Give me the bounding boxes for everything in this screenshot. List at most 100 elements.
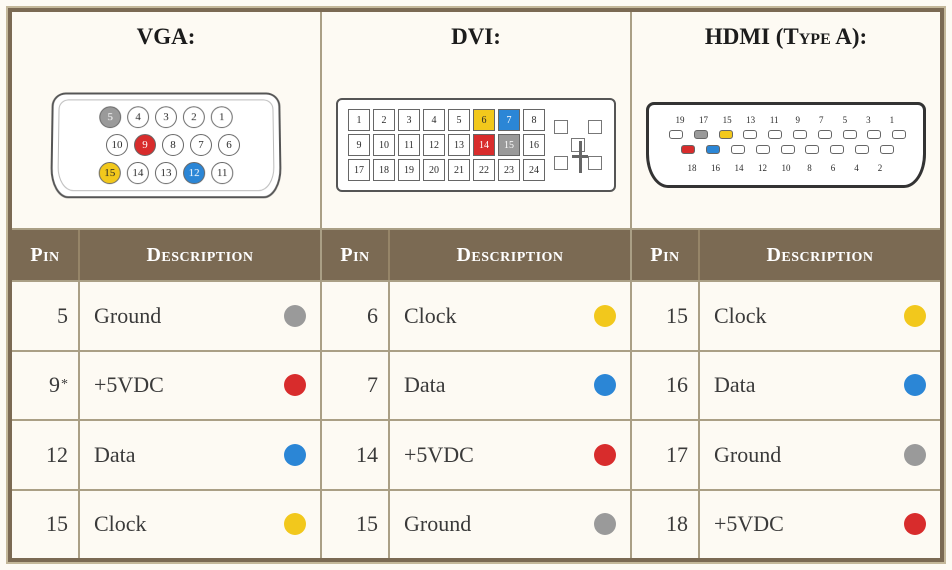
dvi-pin-18: 18 [373,159,395,181]
pin-number: 12 [12,421,80,489]
dvi-pin-10: 10 [373,134,395,156]
pin-description: Data [80,421,320,489]
pin-number: 14 [322,421,390,489]
color-dot-icon [284,513,306,535]
vga-pin-3: 3 [155,106,177,128]
table-row: 15Clock [12,491,320,559]
table-row: 17Ground [632,421,940,491]
pin-description: Ground [390,491,630,559]
dvi-pin-24: 24 [523,159,545,181]
hdmi-pin-4 [855,145,869,154]
dvi-connector-icon: 123456789101112131415161718192021222324 [336,98,616,192]
color-dot-icon [904,513,926,535]
hdmi-pin-14 [731,145,745,154]
color-dot-icon [904,374,926,396]
hdmi-title: HDMI (Type A): [632,12,940,62]
dvi-pin-23: 23 [498,159,520,181]
pin-number: 16 [632,352,700,420]
header-row: Pin Description Pin Description Pin Desc… [12,230,940,282]
pin-description: Ground [700,421,940,489]
hdmi-pin-2 [880,145,894,154]
hdmi-block: HDMI (Type A): 191715131197531 181614121… [632,12,940,228]
dvi-pin-6: 6 [473,109,495,131]
color-dot-icon [594,444,616,466]
dvi-pin-1: 1 [348,109,370,131]
color-dot-icon [904,305,926,327]
dvi-pin-20: 20 [423,159,445,181]
dvi-pin-9: 9 [348,134,370,156]
vga-pin-4: 4 [127,106,149,128]
color-dot-icon [594,374,616,396]
header-desc: Description [80,230,320,280]
header-pin: Pin [12,230,80,280]
vga-pin-9: 9 [134,134,156,156]
vga-diagram: 543211098761514131211 [12,62,320,228]
hdmi-pin-6 [830,145,844,154]
vga-pin-2: 2 [183,106,205,128]
dvi-pin-5: 5 [448,109,470,131]
hdmi-pin-12 [756,145,770,154]
dvi-pin-7: 7 [498,109,520,131]
hdmi-diagram: 191715131197531 18161412108642 [632,62,940,228]
pin-number: 6 [322,282,390,350]
table-row: 16Data [632,352,940,422]
dvi-pin-2: 2 [373,109,395,131]
vga-pin-13: 13 [155,162,177,184]
dvi-pin-12: 12 [423,134,445,156]
pin-number: 18 [632,491,700,559]
table-row: 12Data [12,421,320,491]
pin-number: 7 [322,352,390,420]
dvi-block: DVI: 12345678910111213141516171819202122… [322,12,632,228]
dvi-pin-15: 15 [498,134,520,156]
vga-pin-12: 12 [183,162,205,184]
vga-connector-icon: 543211098761514131211 [50,93,282,199]
color-dot-icon [594,305,616,327]
vga-pin-15: 15 [99,162,121,184]
header-pin: Pin [322,230,390,280]
vga-pin-8: 8 [162,134,184,156]
vga-pin-7: 7 [190,134,212,156]
vga-pin-5: 5 [99,106,121,128]
pin-number: 15 [632,282,700,350]
vga-block: VGA: 543211098761514131211 [12,12,322,228]
pin-description: Ground [80,282,320,350]
pin-description: +5VDC [390,421,630,489]
dvi-pin-8: 8 [523,109,545,131]
color-dot-icon [284,305,306,327]
pin-description: Clock [80,491,320,559]
diagram-row: VGA: 543211098761514131211 DVI: 12345678… [12,12,940,230]
color-dot-icon [284,444,306,466]
vga-pin-10: 10 [106,134,128,156]
hdmi-pin-16 [706,145,720,154]
color-dot-icon [284,374,306,396]
table-row: 9*+5VDC [12,352,320,422]
hdmi-pin-18 [681,145,695,154]
dvi-pin-13: 13 [448,134,470,156]
pin-number: 9* [12,352,80,420]
dvi-title: DVI: [322,12,630,62]
dvi-pin-21: 21 [448,159,470,181]
pin-description: +5VDC [80,352,320,420]
pin-description: Clock [390,282,630,350]
vga-pin-1: 1 [211,106,233,128]
dvi-pin-16: 16 [523,134,545,156]
hdmi-connector-icon: 191715131197531 18161412108642 [646,102,926,188]
table-row: 15Ground [322,491,630,559]
table-row: 7Data [322,352,630,422]
pin-description: Data [700,352,940,420]
table-row: 14+5VDC [322,421,630,491]
header-desc: Description [700,230,940,280]
vga-pin-6: 6 [218,134,240,156]
color-dot-icon [904,444,926,466]
table-row: 15Clock [632,282,940,352]
dvi-pin-22: 22 [473,159,495,181]
pin-number: 5 [12,282,80,350]
table-row: 6Clock [322,282,630,352]
table-row: 5Ground [12,282,320,352]
vga-pin-14: 14 [127,162,149,184]
dvi-diagram: 123456789101112131415161718192021222324 [322,62,630,228]
dvi-pin-11: 11 [398,134,420,156]
pinout-comparison-panel: VGA: 543211098761514131211 DVI: 12345678… [8,8,944,562]
dvi-pin-4: 4 [423,109,445,131]
pin-number: 17 [632,421,700,489]
